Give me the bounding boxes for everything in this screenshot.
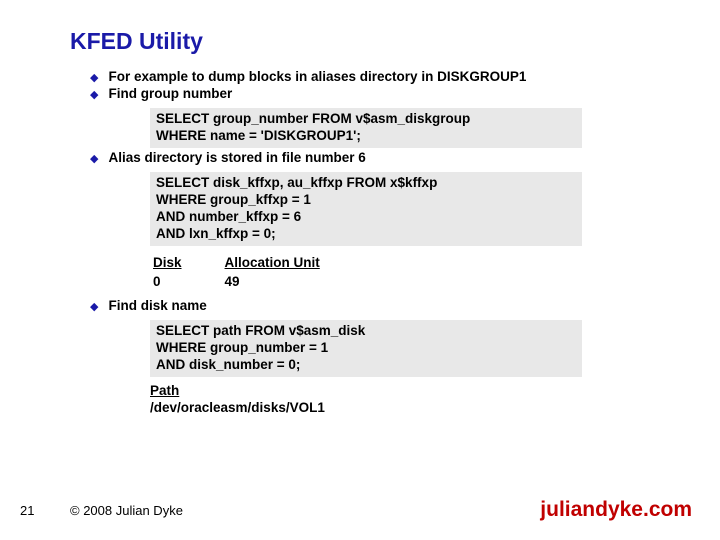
bullet-row: ◆ Alias directory is stored in file numb…	[70, 150, 720, 166]
bullet-row: ◆ Find disk name	[70, 298, 720, 314]
sql-code-block: SELECT disk_kffxp, au_kffxp FROM x$kffxp…	[150, 172, 582, 246]
slide-body: KFED Utility ◆ For example to dump block…	[0, 0, 720, 416]
table-row: Disk Allocation Unit	[152, 254, 360, 271]
bullet-text: Find group number	[108, 86, 232, 102]
bullet-icon: ◆	[90, 300, 98, 313]
bullet-text: Find disk name	[108, 298, 206, 314]
path-value: /dev/oracleasm/disks/VOL1	[150, 400, 325, 415]
bullet-icon: ◆	[90, 88, 98, 101]
path-block: Path /dev/oracleasm/disks/VOL1	[150, 383, 720, 417]
sql-code-block: SELECT path FROM v$asm_disk WHERE group_…	[150, 320, 582, 377]
site-brand: juliandyke.com	[540, 498, 692, 522]
table-cell: 49	[224, 273, 360, 290]
bullet-row: ◆ For example to dump blocks in aliases …	[70, 69, 720, 85]
path-label: Path	[150, 383, 179, 398]
page-number: 21	[20, 503, 34, 518]
table-header: Disk	[152, 254, 222, 271]
bullet-text: For example to dump blocks in aliases di…	[108, 69, 526, 85]
copyright: © 2008 Julian Dyke	[70, 503, 183, 518]
bullet-text: Alias directory is stored in file number…	[108, 150, 365, 166]
sql-code-block: SELECT group_number FROM v$asm_diskgroup…	[150, 108, 582, 148]
slide-title: KFED Utility	[70, 28, 720, 55]
table-row: 0 49	[152, 273, 360, 290]
result-table: Disk Allocation Unit 0 49	[150, 252, 362, 292]
table-cell: 0	[152, 273, 222, 290]
bullet-row: ◆ Find group number	[70, 86, 720, 102]
bullet-icon: ◆	[90, 152, 98, 165]
bullet-icon: ◆	[90, 71, 98, 84]
table-header: Allocation Unit	[224, 254, 360, 271]
